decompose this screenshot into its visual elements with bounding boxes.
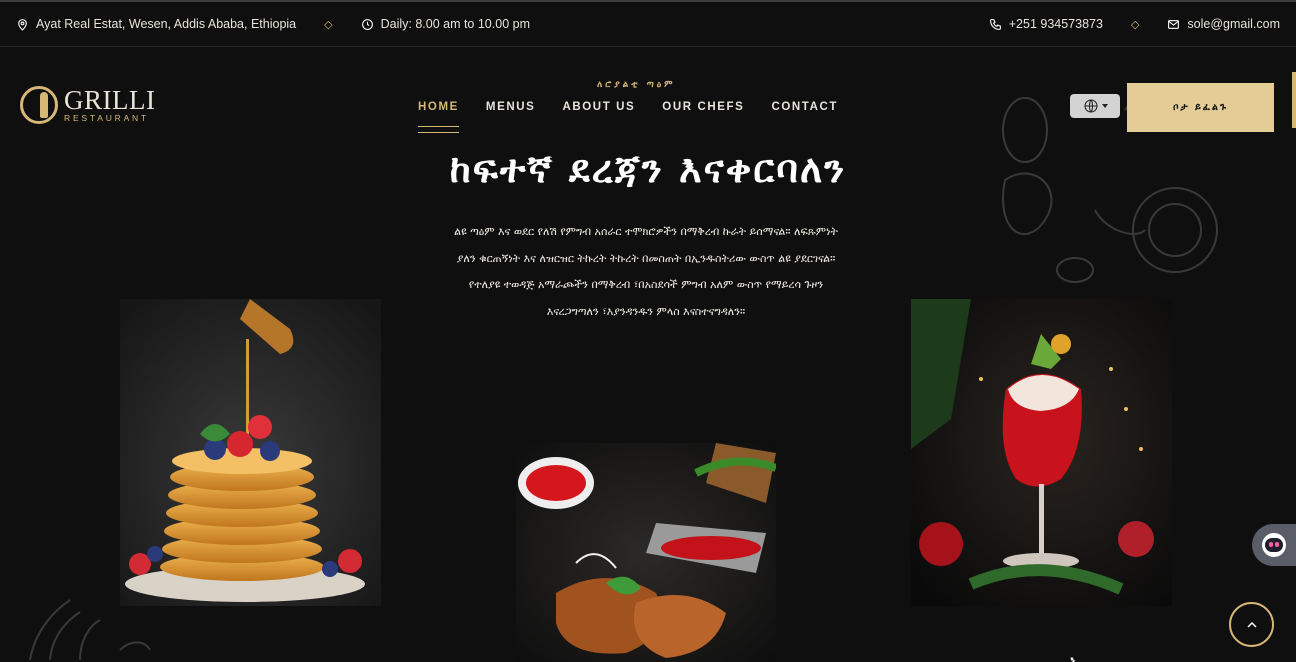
top-info-bar: Ayat Real Estat, Wesen, Addis Ababa, Eth… bbox=[0, 0, 1296, 47]
logo-mark-icon bbox=[20, 86, 58, 124]
chat-bot-icon bbox=[1262, 533, 1286, 557]
section-heading-partial: ኡ bbox=[1068, 650, 1083, 662]
email-text: sole@gmail.com bbox=[1187, 17, 1280, 31]
address-text: Ayat Real Estat, Wesen, Addis Ababa, Eth… bbox=[36, 17, 297, 31]
hero-description: ልዩ ጣዕም እና ወደር የለሽ የምግብ አሰራር ተሞክሮዎችን በማቅረ… bbox=[454, 225, 838, 318]
address-item: Ayat Real Estat, Wesen, Addis Ababa, Eth… bbox=[16, 17, 296, 31]
logo-name: GRILLI bbox=[64, 85, 156, 115]
scroll-to-top-button[interactable] bbox=[1229, 602, 1274, 647]
nav-item-about-us[interactable]: ABOUT US bbox=[562, 101, 635, 129]
separator-diamond: ◇ bbox=[1130, 18, 1140, 31]
main-nav: HOME MENUS ABOUT US OUR CHEFS CONTACT bbox=[418, 101, 838, 133]
pancakes-photo bbox=[120, 299, 381, 606]
phone-text: +251 934573873 bbox=[1008, 17, 1103, 31]
globe-icon bbox=[1083, 99, 1098, 113]
phone-icon bbox=[989, 18, 1001, 30]
chat-widget-button[interactable] bbox=[1252, 524, 1296, 566]
phone-link[interactable]: +251 934573873 bbox=[989, 17, 1103, 31]
side-edge-tab[interactable] bbox=[1292, 72, 1296, 128]
clock-icon bbox=[361, 18, 373, 30]
grilled-chicken-photo bbox=[516, 443, 776, 662]
arrow-up-icon bbox=[1246, 621, 1257, 628]
hours-item: Daily: 8.00 am to 10.00 pm bbox=[361, 17, 530, 31]
chevron-down-icon bbox=[1101, 104, 1108, 108]
nav-item-menus[interactable]: MENUS bbox=[486, 101, 536, 129]
nav-item-our-chefs[interactable]: OUR CHEFS bbox=[662, 101, 744, 129]
hours-text: Daily: 8.00 am to 10.00 pm bbox=[380, 17, 530, 31]
mail-icon bbox=[1168, 19, 1180, 29]
logo-tagline: RESTAURANT bbox=[64, 113, 149, 123]
nav-item-home[interactable]: HOME bbox=[418, 101, 459, 133]
book-table-button[interactable]: ቦታ ይፈልጉ bbox=[1127, 83, 1274, 132]
language-selector[interactable] bbox=[1070, 94, 1120, 118]
separator-diamond: ◇ bbox=[324, 18, 333, 31]
email-link[interactable]: sole@gmail.com bbox=[1167, 17, 1280, 31]
nav-item-contact[interactable]: CONTACT bbox=[771, 101, 838, 129]
location-pin-icon bbox=[18, 18, 27, 31]
hero-title: ከፍተኛ ደረጃን እናቀርባለን bbox=[449, 146, 847, 191]
nav-tagline: ለሮያልቲ ጣዕም bbox=[597, 80, 676, 90]
cocktail-photo bbox=[911, 299, 1172, 606]
site-logo[interactable]: GRILLI RESTAURANT bbox=[20, 86, 155, 124]
